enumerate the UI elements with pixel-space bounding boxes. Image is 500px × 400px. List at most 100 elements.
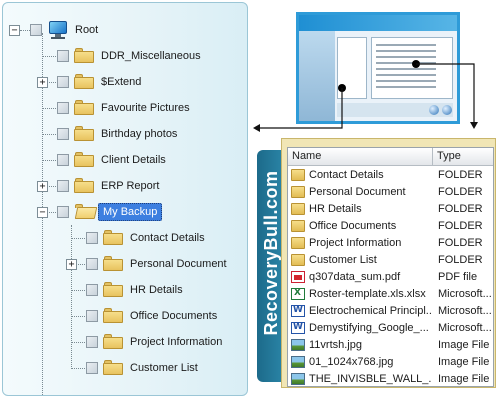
arrow-left-icon [253, 124, 260, 132]
file-name: Office Documents [309, 220, 397, 232]
file-row[interactable]: q307data_sum.pdf PDF file [288, 269, 493, 286]
file-type: Image File [438, 356, 490, 368]
tree-node-root[interactable]: − Root [3, 21, 243, 41]
tree-node-label: Birthday photos [101, 128, 178, 140]
tree-checkbox[interactable] [57, 180, 69, 192]
column-header-name[interactable]: Name [288, 148, 433, 166]
tree-node[interactable]: Client Details [3, 151, 233, 171]
tree-node[interactable]: DDR_Miscellaneous [3, 47, 233, 67]
file-row[interactable]: 11vrtsh.jpg Image File [288, 337, 493, 354]
pdf-file-icon [291, 271, 305, 283]
column-header-type[interactable]: Type [433, 148, 493, 166]
thumbnail-header [299, 15, 457, 31]
folder-icon [74, 100, 94, 115]
open-folder-icon [74, 204, 98, 219]
tree-guide-line [71, 316, 85, 317]
tree-node[interactable]: Customer List [32, 359, 247, 379]
file-row[interactable]: THE_INVISBLE_WALL_... Image File [288, 371, 493, 386]
image-file-icon [291, 356, 305, 368]
file-row[interactable]: Personal Document FOLDER [288, 184, 493, 201]
tree-checkbox[interactable] [86, 310, 98, 322]
tree-node[interactable]: HR Details [32, 281, 247, 301]
file-name: Contact Details [309, 169, 384, 181]
file-row[interactable]: Office Documents FOLDER [288, 218, 493, 235]
tree-checkbox[interactable] [86, 258, 98, 270]
tree-node-label: DDR_Miscellaneous [101, 50, 201, 62]
tree-node[interactable]: + Personal Document [32, 255, 247, 275]
tree-node-label: Customer List [130, 362, 198, 374]
tree-checkbox[interactable] [57, 154, 69, 166]
folder-icon [291, 237, 305, 249]
tree-node[interactable]: Contact Details [32, 229, 247, 249]
tree-node[interactable]: Project Information [32, 333, 247, 353]
folder-tree-panel: − Root DDR_Miscellaneous + $Extend Favourit… [2, 2, 248, 396]
file-type: FOLDER [438, 254, 483, 266]
file-type: FOLDER [438, 220, 483, 232]
tree-node[interactable]: + $Extend [3, 73, 233, 93]
file-row[interactable]: HR Details FOLDER [288, 201, 493, 218]
tree-node[interactable]: Favourite Pictures [3, 99, 233, 119]
expand-toggle[interactable]: + [37, 181, 48, 192]
collapse-toggle[interactable]: − [37, 207, 48, 218]
file-list-view[interactable]: Name Type Contact Details FOLDER Personal … [287, 147, 494, 387]
file-type: PDF file [438, 271, 478, 283]
tree-guide-line [71, 368, 85, 369]
expand-toggle[interactable]: + [66, 259, 77, 270]
expand-toggle[interactable]: + [37, 77, 48, 88]
file-row[interactable]: Demystifying_Google_... Microsoft... [288, 320, 493, 337]
tree-node-label: Office Documents [130, 310, 218, 322]
file-row[interactable]: Roster-template.xls.xlsx Microsoft... [288, 286, 493, 303]
tree-guide-line [20, 30, 30, 31]
tree-guide-line [42, 56, 56, 57]
file-name: Demystifying_Google_... [309, 322, 429, 334]
tree-node-label: Client Details [101, 154, 166, 166]
tree-guide-line [71, 290, 85, 291]
tree-guide-line [42, 108, 56, 109]
folder-icon [74, 126, 94, 141]
tree-checkbox[interactable] [86, 362, 98, 374]
folder-icon [74, 152, 94, 167]
folder-icon [103, 334, 123, 349]
excel-file-icon [291, 288, 305, 300]
tree-checkbox[interactable] [86, 232, 98, 244]
tree-checkbox[interactable] [57, 128, 69, 140]
tree-guide-line [71, 238, 85, 239]
collapse-toggle[interactable]: − [9, 25, 20, 36]
image-file-icon [291, 339, 305, 351]
file-type: Image File [438, 339, 490, 351]
tree-checkbox[interactable] [30, 24, 42, 36]
tree-node-label: Contact Details [130, 232, 205, 244]
brand-watermark: RecoveryBull.com [261, 170, 281, 336]
tree-node[interactable]: Office Documents [32, 307, 247, 327]
tree-node-label: $Extend [101, 76, 142, 88]
tree-node-label: Root [75, 24, 99, 36]
tree-checkbox[interactable] [57, 102, 69, 114]
file-name: q307data_sum.pdf [309, 271, 401, 283]
folder-icon [291, 186, 305, 198]
tree-checkbox[interactable] [57, 50, 69, 62]
file-name: Personal Document [309, 186, 406, 198]
application-screenshot-thumbnail [296, 12, 460, 124]
tree-node[interactable]: − My Backup [3, 203, 233, 223]
folder-icon [291, 203, 305, 215]
tree-node[interactable]: + ERP Report [3, 177, 233, 197]
tree-checkbox[interactable] [86, 336, 98, 348]
file-type: Microsoft... [438, 322, 492, 334]
file-row[interactable]: Electrochemical Principl... Microsoft... [288, 303, 493, 320]
file-name: THE_INVISBLE_WALL_... [309, 373, 431, 385]
tree-node[interactable]: Birthday photos [3, 125, 233, 145]
file-row[interactable]: 01_1024x768.jpg Image File [288, 354, 493, 371]
file-row[interactable]: Project Information FOLDER [288, 235, 493, 252]
file-type: FOLDER [438, 186, 483, 198]
tree-checkbox[interactable] [57, 76, 69, 88]
tree-checkbox[interactable] [57, 206, 69, 218]
folder-icon [291, 220, 305, 232]
file-row[interactable]: Customer List FOLDER [288, 252, 493, 269]
tree-node-label: HR Details [130, 284, 183, 296]
file-type: Microsoft... [438, 305, 492, 317]
tree-node-label: My Backup [98, 203, 163, 221]
folder-icon [103, 230, 123, 245]
tree-checkbox[interactable] [86, 284, 98, 296]
file-type: Image File [438, 373, 490, 385]
file-row[interactable]: Contact Details FOLDER [288, 167, 493, 184]
